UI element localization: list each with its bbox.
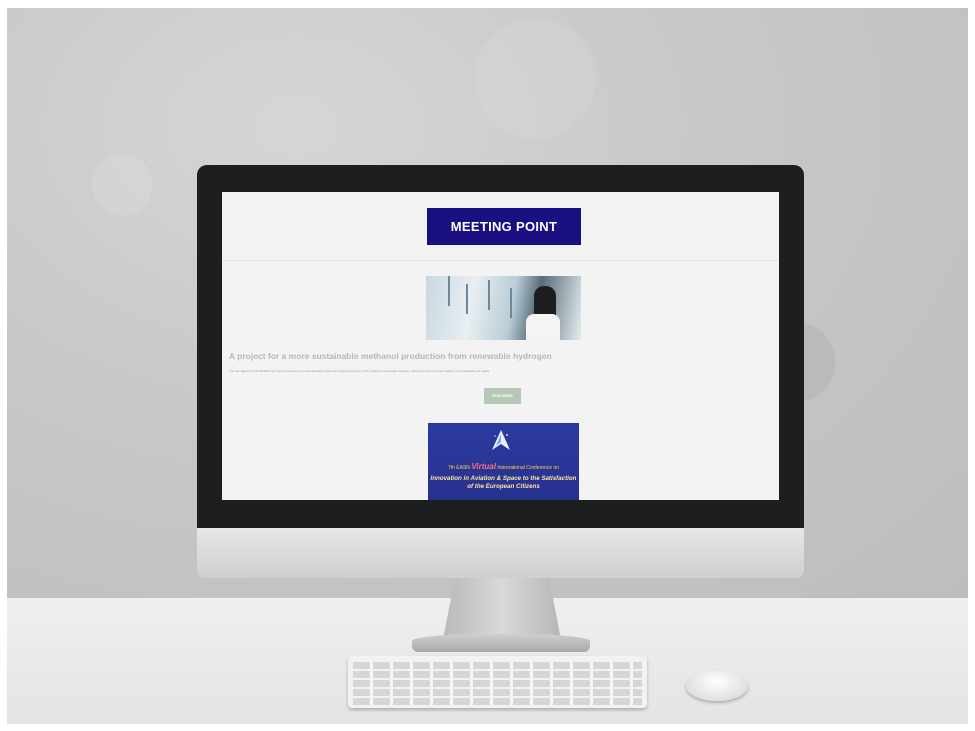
keyboard-key-row — [353, 689, 642, 696]
conference-virtual: Virtual — [471, 462, 496, 471]
article-title[interactable]: A project for a more sustainable methano… — [229, 351, 552, 361]
read-more-button[interactable]: READ MORE — [484, 388, 521, 404]
monitor-stand-neck — [443, 578, 561, 640]
conference-suffix: International Conference on — [497, 465, 560, 471]
conference-prefix: 7th EASN — [447, 465, 470, 471]
meeting-point-banner[interactable]: MEETING POINT — [427, 208, 581, 245]
conference-banner[interactable]: 7th EASN Virtual International Conferenc… — [428, 423, 579, 500]
monitor-screen: MEETING POINT A project for a more susta… — [222, 192, 779, 500]
monitor-chin — [197, 528, 804, 578]
lab-tube — [466, 284, 468, 314]
lab-tube — [488, 280, 490, 310]
laboratory-photo[interactable] — [426, 276, 581, 340]
conference-subtitle: Innovation in Aviation & Space to the Sa… — [428, 475, 579, 491]
keyboard-key-row — [353, 680, 642, 687]
meeting-point-label: MEETING POINT — [450, 219, 558, 234]
keyboard-key-row — [353, 698, 642, 705]
article-body: The main objective of the PROMET-H2 proj… — [229, 370, 490, 373]
conference-subtitle-line: of the European Citizens — [467, 483, 540, 490]
conference-subtitle-line: Innovation in Aviation & Space to the Sa… — [430, 475, 577, 482]
header-divider — [222, 260, 779, 261]
monitor-stand-foot — [412, 634, 590, 652]
keyboard — [348, 656, 647, 708]
easn-logo-icon — [492, 430, 510, 450]
keyboard-key-row — [353, 662, 642, 669]
lab-tube — [510, 288, 512, 318]
keyboard-key-row — [353, 671, 642, 678]
conference-heading: 7th EASN Virtual International Conferenc… — [428, 462, 579, 471]
lab-coat — [526, 314, 560, 340]
mouse — [686, 671, 748, 701]
lab-tube — [448, 276, 450, 306]
